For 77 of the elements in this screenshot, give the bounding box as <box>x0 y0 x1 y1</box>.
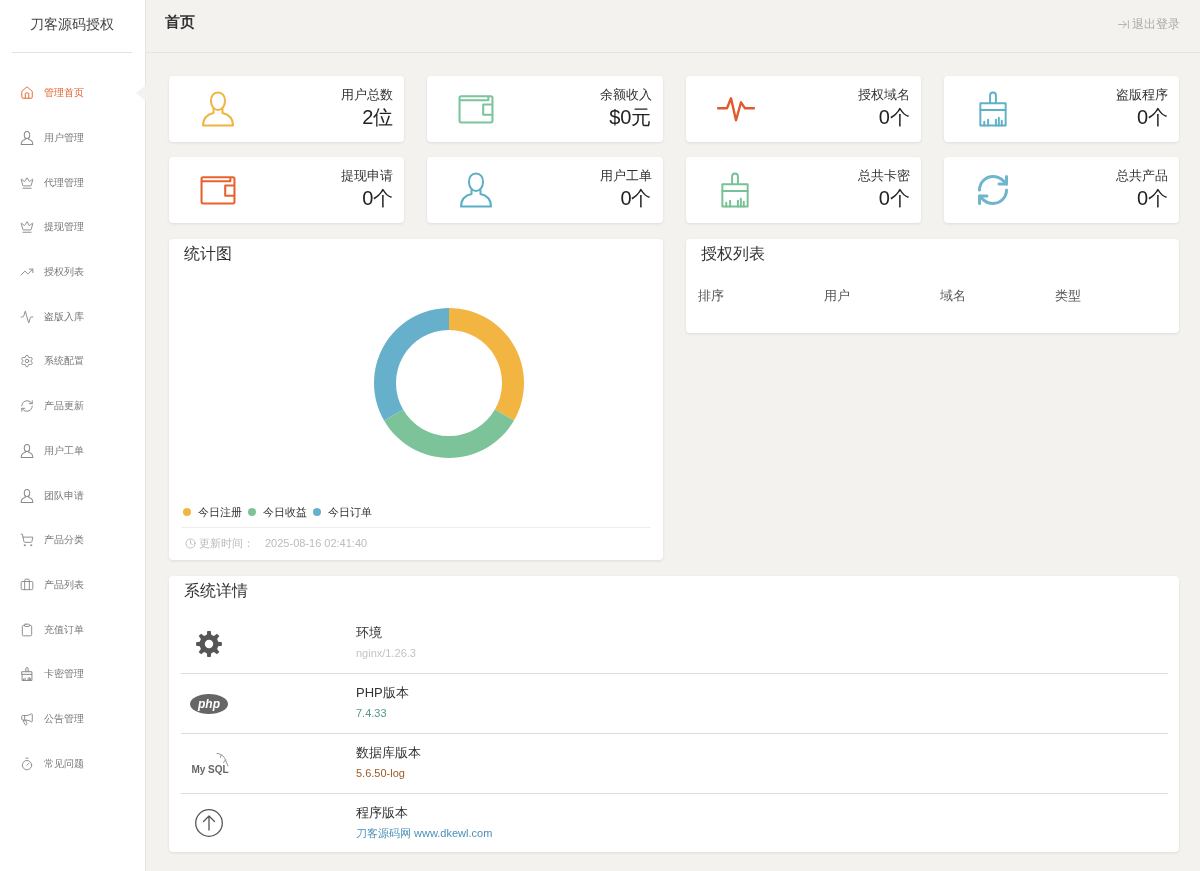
stat-label: 授权域名 <box>857 86 910 104</box>
sidebar-item[interactable]: 提现管理 <box>20 220 84 235</box>
settings-icon <box>20 354 34 369</box>
sidebar-item[interactable]: 管理首页 <box>20 86 84 101</box>
info-value: nginx/1.26.3 <box>356 646 416 661</box>
sidebar-item[interactable]: 公告管理 <box>20 711 84 726</box>
php-logo: php <box>190 693 228 714</box>
sidebar-item[interactable]: 用户管理 <box>20 131 84 146</box>
sidebar-item[interactable]: 常见问题 <box>20 756 84 771</box>
timer-icon <box>20 756 34 771</box>
panel-title: 授权列表 <box>699 244 765 264</box>
stat-label: 总共卡密 <box>857 167 910 185</box>
clipboard-icon <box>20 622 34 637</box>
user-icon <box>20 131 34 146</box>
settings-icon <box>196 630 222 657</box>
sidebar-item[interactable]: 产品更新 <box>20 399 84 414</box>
page-title: 首页 <box>165 13 195 31</box>
info-label: 环境 <box>356 624 382 642</box>
stat-label: 用户总数 <box>341 86 394 104</box>
brand-title: 刀客源码授权 <box>30 15 114 33</box>
pulse-icon <box>20 309 34 324</box>
stat-label: 余额收入 <box>599 86 652 104</box>
update-time: 2025-08-16 02:41:40 <box>265 536 368 551</box>
update-label: 更新时间： <box>199 536 254 551</box>
active-pointer-icon <box>136 85 146 102</box>
megaphone-icon <box>20 711 34 726</box>
crown-icon <box>20 220 34 235</box>
cart-icon <box>20 533 34 548</box>
column-header: 排序 <box>697 287 724 305</box>
stat-value: 0个 <box>620 186 652 210</box>
home-icon <box>20 86 34 101</box>
sidebar-item[interactable]: 系统配置 <box>20 354 84 369</box>
logout-icon <box>1117 17 1130 31</box>
dolphin-icon <box>215 751 229 767</box>
arrow-up-circle-icon <box>195 809 223 837</box>
user-icon <box>20 488 34 503</box>
stat-value: 0个 <box>878 186 910 210</box>
sidebar-item[interactable]: 代理管理 <box>20 175 84 190</box>
website-link[interactable]: 刀客源码网 www.dkewl.com <box>356 825 493 841</box>
sidebar-item[interactable]: 产品分类 <box>20 533 84 548</box>
legend-label: 今日收益 <box>263 505 307 520</box>
info-value: 7.4.33 <box>356 706 387 721</box>
stat-value: 0个 <box>878 105 910 129</box>
sidebar-item[interactable]: 授权列表 <box>20 265 84 280</box>
clock-icon <box>185 537 196 549</box>
stat-label: 盗版程序 <box>1116 86 1168 104</box>
stat-label: 用户工单 <box>599 167 652 185</box>
user-icon <box>20 443 34 458</box>
sidebar-item[interactable]: 充值订单 <box>20 622 84 637</box>
column-header: 类型 <box>1054 287 1081 305</box>
column-header: 域名 <box>939 287 966 305</box>
sidebar-item[interactable]: 产品列表 <box>20 577 84 592</box>
column-header: 用户 <box>823 287 850 305</box>
sidebar-item[interactable]: 盗版入库 <box>20 309 84 324</box>
stat-value: 2位 <box>362 105 394 129</box>
stat-value: $0元 <box>609 105 652 129</box>
refresh-icon <box>20 399 34 414</box>
stat-value: 0个 <box>362 186 394 210</box>
panel-title: 系统详情 <box>183 581 248 601</box>
stat-label: 提现申请 <box>341 167 394 185</box>
crown-icon <box>20 175 34 190</box>
info-label: 数据库版本 <box>356 744 421 762</box>
sidebar-item[interactable]: 卡密管理 <box>20 667 84 682</box>
sidebar-item[interactable]: 团队申请 <box>20 488 84 503</box>
legend-label: 今日注册 <box>198 505 242 520</box>
info-label: PHP版本 <box>356 684 409 702</box>
stat-label: 总共产品 <box>1116 167 1168 185</box>
legend-label: 今日订单 <box>328 505 372 520</box>
stat-value: 0个 <box>1136 186 1168 210</box>
info-label: 程序版本 <box>356 804 408 822</box>
logo-text: My SQL <box>191 763 229 776</box>
sidebar-item[interactable]: 用户工单 <box>20 443 84 458</box>
info-value: 5.6.50-log <box>356 766 405 781</box>
broom-icon <box>20 667 34 682</box>
stat-value: 0个 <box>1136 105 1168 129</box>
briefcase-icon <box>20 577 34 592</box>
panel-title: 统计图 <box>183 244 232 264</box>
